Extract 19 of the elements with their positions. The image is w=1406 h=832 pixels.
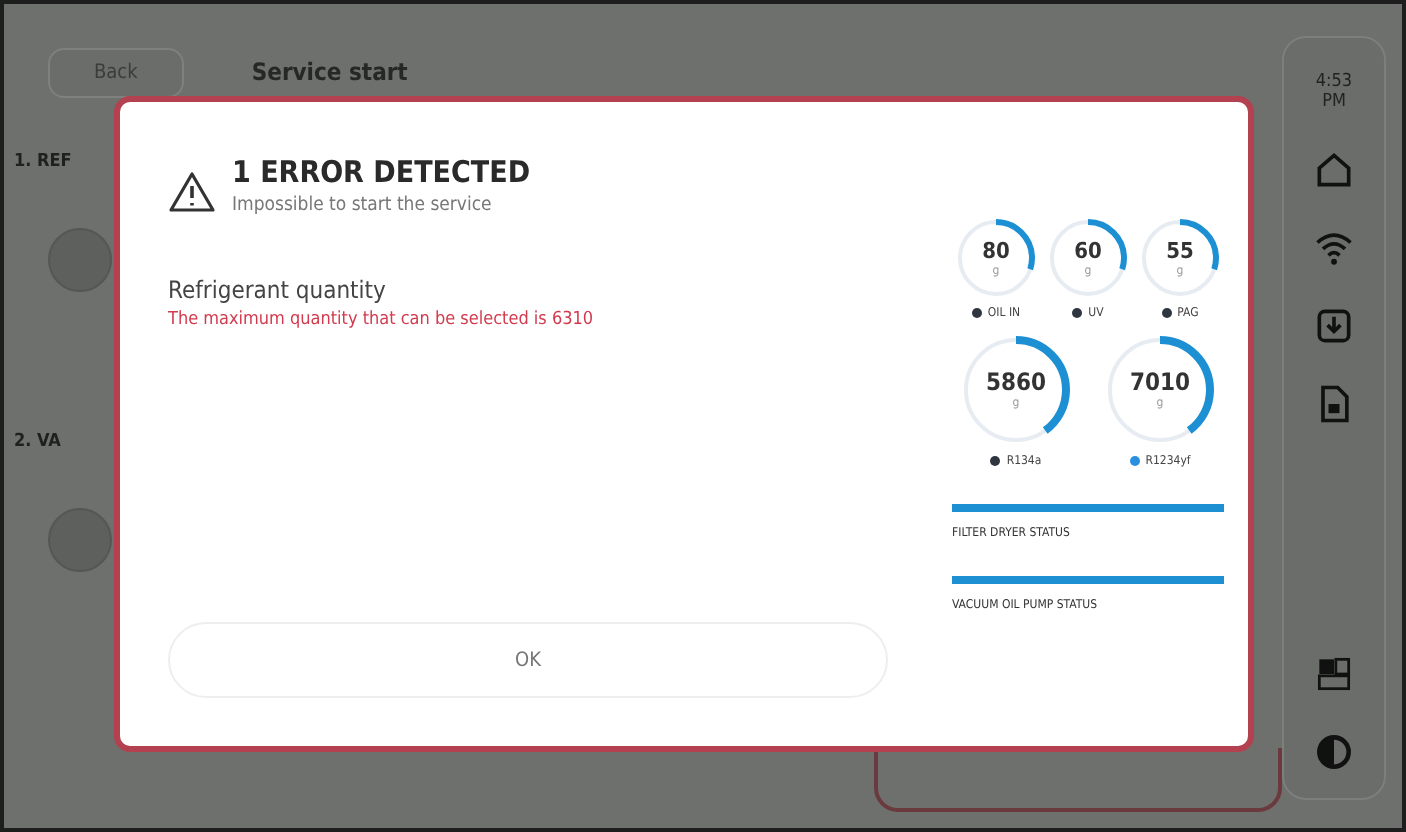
page-title: Service start [251,58,408,86]
dialog-subtitle: Impossible to start the service [232,194,494,216]
gauge-value: 80 [982,239,1010,261]
layout-icon[interactable] [1312,652,1356,696]
clock-time: 4:53 [1315,74,1353,93]
gauge-value: 55 [1166,239,1194,261]
ok-button[interactable]: OK [168,622,888,698]
contrast-icon[interactable] [1312,730,1356,774]
clock-period: PM [1322,93,1346,114]
warning-icon [168,170,216,214]
gauge-value: 5860 [985,370,1047,394]
dialog-title: 1 ERROR DETECTED [232,154,531,190]
home-icon[interactable] [1312,147,1356,192]
section-label: 1. REF [14,152,72,172]
gauge-value: 7010 [1129,370,1191,394]
gauge-value: 60 [1074,239,1102,261]
section-label: 2. VA [14,432,61,452]
error-message: The maximum quantity that can be selected is 6310 [168,310,596,330]
error-field: Refrigerant quantity [168,276,948,304]
